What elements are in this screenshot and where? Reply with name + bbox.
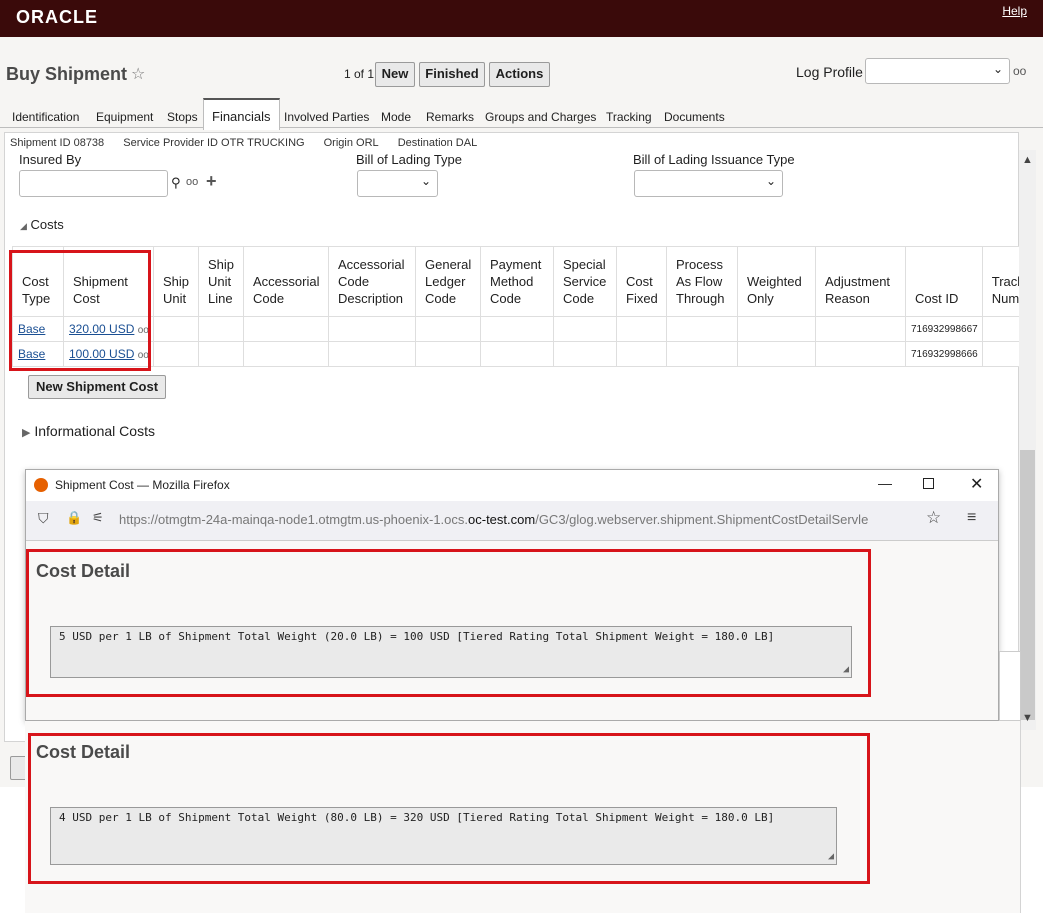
url-domain: oc-test.com xyxy=(468,512,536,527)
chevron-down-icon: ⌄ xyxy=(765,174,776,188)
tab-bar: Identification Equipment Stops Financial… xyxy=(0,98,1043,130)
tab-involved-parties[interactable]: Involved Parties xyxy=(284,110,369,124)
expand-triangle-icon: ▶ xyxy=(22,427,31,439)
costs-section-header[interactable]: ◢ Costs xyxy=(20,217,64,232)
top-bar xyxy=(0,0,1043,37)
destination: Destination DAL xyxy=(397,137,478,149)
firefox-logo-icon xyxy=(34,478,48,492)
column-header[interactable]: Weighted Only xyxy=(737,246,816,317)
firefox-window-title: Shipment Cost — Mozilla Firefox xyxy=(55,478,230,492)
cost-id: 716932998666 xyxy=(905,341,983,367)
add-icon[interactable]: + xyxy=(206,171,217,192)
column-header[interactable]: Cost ID xyxy=(905,246,983,317)
highlight-box xyxy=(9,250,151,371)
column-header[interactable]: General Ledger Code xyxy=(415,246,481,317)
bol-issuance-label: Bill of Lading Issuance Type xyxy=(633,152,795,167)
column-header[interactable]: Process As Flow Through xyxy=(666,246,738,317)
tab-mode[interactable]: Mode xyxy=(381,110,411,124)
chevron-down-icon: ⌄ xyxy=(992,62,1003,76)
shield-icon[interactable]: ⛉ xyxy=(38,510,49,527)
scrollbar-thumb[interactable] xyxy=(1020,450,1035,720)
column-header[interactable]: Accessorial Code xyxy=(243,246,329,317)
log-profile-select[interactable]: ⌄ xyxy=(865,58,1010,84)
column-header[interactable]: Accessorial Code Description xyxy=(328,246,416,317)
menu-icon[interactable]: ≡ xyxy=(967,509,976,527)
url-prefix: https://otmgtm-24a-mainqa-node1.otmgtm.u… xyxy=(119,512,469,527)
minimize-icon[interactable]: — xyxy=(878,475,892,491)
pager: 1 of 1 xyxy=(344,67,375,81)
tab-identification[interactable]: Identification xyxy=(12,110,79,124)
actions-button[interactable]: Actions xyxy=(489,62,550,87)
tab-financials[interactable]: Financials xyxy=(203,98,280,130)
search-icon[interactable]: ⚲ xyxy=(171,175,181,191)
page-title: Buy Shipment xyxy=(6,64,128,84)
permissions-icon[interactable]: ⚟ xyxy=(92,510,104,526)
tab-stops[interactable]: Stops xyxy=(167,110,198,124)
table-row: Base 320.00 USD oo 716932998667 xyxy=(12,316,1034,342)
shipment-id: Shipment ID 08738 xyxy=(10,137,105,149)
cost-id: 716932998667 xyxy=(905,316,983,342)
column-header[interactable]: Special Service Code xyxy=(553,246,617,317)
column-header[interactable]: Cost Fixed xyxy=(616,246,667,317)
tab-remarks[interactable]: Remarks xyxy=(426,110,474,124)
origin: Origin ORL xyxy=(323,137,379,149)
tab-equipment[interactable]: Equipment xyxy=(96,110,153,124)
tab-documents[interactable]: Documents xyxy=(664,110,725,124)
informational-costs-header[interactable]: ▶ Informational Costs xyxy=(22,423,155,439)
url-suffix: /GC3/glog.webserver.shipment.ShipmentCos… xyxy=(535,512,869,527)
table-row: Base 100.00 USD oo 716932998666 xyxy=(12,341,1034,367)
column-header[interactable]: Ship Unit xyxy=(153,246,199,317)
tab-tracking[interactable]: Tracking xyxy=(606,110,652,124)
bookmark-star-icon[interactable]: ☆ xyxy=(926,508,941,528)
insured-by-input[interactable] xyxy=(19,170,168,197)
costs-label: Costs xyxy=(30,217,64,232)
tab-groups-and-charges[interactable]: Groups and Charges xyxy=(485,110,596,124)
glasses-icon[interactable]: oo xyxy=(186,176,198,188)
highlight-box xyxy=(28,733,870,884)
column-header[interactable]: Payment Method Code xyxy=(480,246,554,317)
favorite-star-icon[interactable]: ☆ xyxy=(131,64,145,84)
insured-by-label: Insured By xyxy=(19,152,82,167)
bol-type-label: Bill of Lading Type xyxy=(356,152,462,167)
new-button[interactable]: New xyxy=(375,62,415,87)
chevron-down-icon: ⌄ xyxy=(420,174,431,188)
column-header[interactable]: Ship Unit Line xyxy=(198,246,244,317)
new-shipment-cost-button[interactable]: New Shipment Cost xyxy=(28,375,166,399)
log-profile-label: Log Profile xyxy=(796,64,863,80)
collapse-triangle-icon: ◢ xyxy=(20,221,27,231)
scroll-down-icon[interactable]: ▼ xyxy=(1022,712,1033,724)
finished-button[interactable]: Finished xyxy=(419,62,485,87)
highlight-box xyxy=(26,549,871,697)
service-provider: Service Provider ID OTR TRUCKING xyxy=(123,137,305,149)
maximize-icon[interactable] xyxy=(923,478,934,489)
bol-type-select[interactable]: ⌄ xyxy=(357,170,438,197)
informational-costs-label: Informational Costs xyxy=(34,423,155,439)
column-header[interactable]: Adjustment Reason xyxy=(815,246,906,317)
shipment-summary: Shipment ID 08738 Service Provider ID OT… xyxy=(10,137,493,149)
costs-table: Cost Type Shipment Cost Ship Unit Ship U… xyxy=(12,246,1034,367)
oracle-logo: ORACLE xyxy=(16,7,98,27)
partial-dialog xyxy=(999,651,1021,721)
scroll-up-icon[interactable]: ▲ xyxy=(1022,154,1033,166)
glasses-icon[interactable]: oo xyxy=(1013,64,1026,78)
close-icon[interactable]: ✕ xyxy=(970,474,983,494)
help-link[interactable]: Help xyxy=(1002,4,1027,18)
lock-icon[interactable]: 🔒 xyxy=(66,510,82,526)
url-bar[interactable]: https://otmgtm-24a-mainqa-node1.otmgtm.u… xyxy=(119,512,919,527)
bol-issuance-select[interactable]: ⌄ xyxy=(634,170,783,197)
